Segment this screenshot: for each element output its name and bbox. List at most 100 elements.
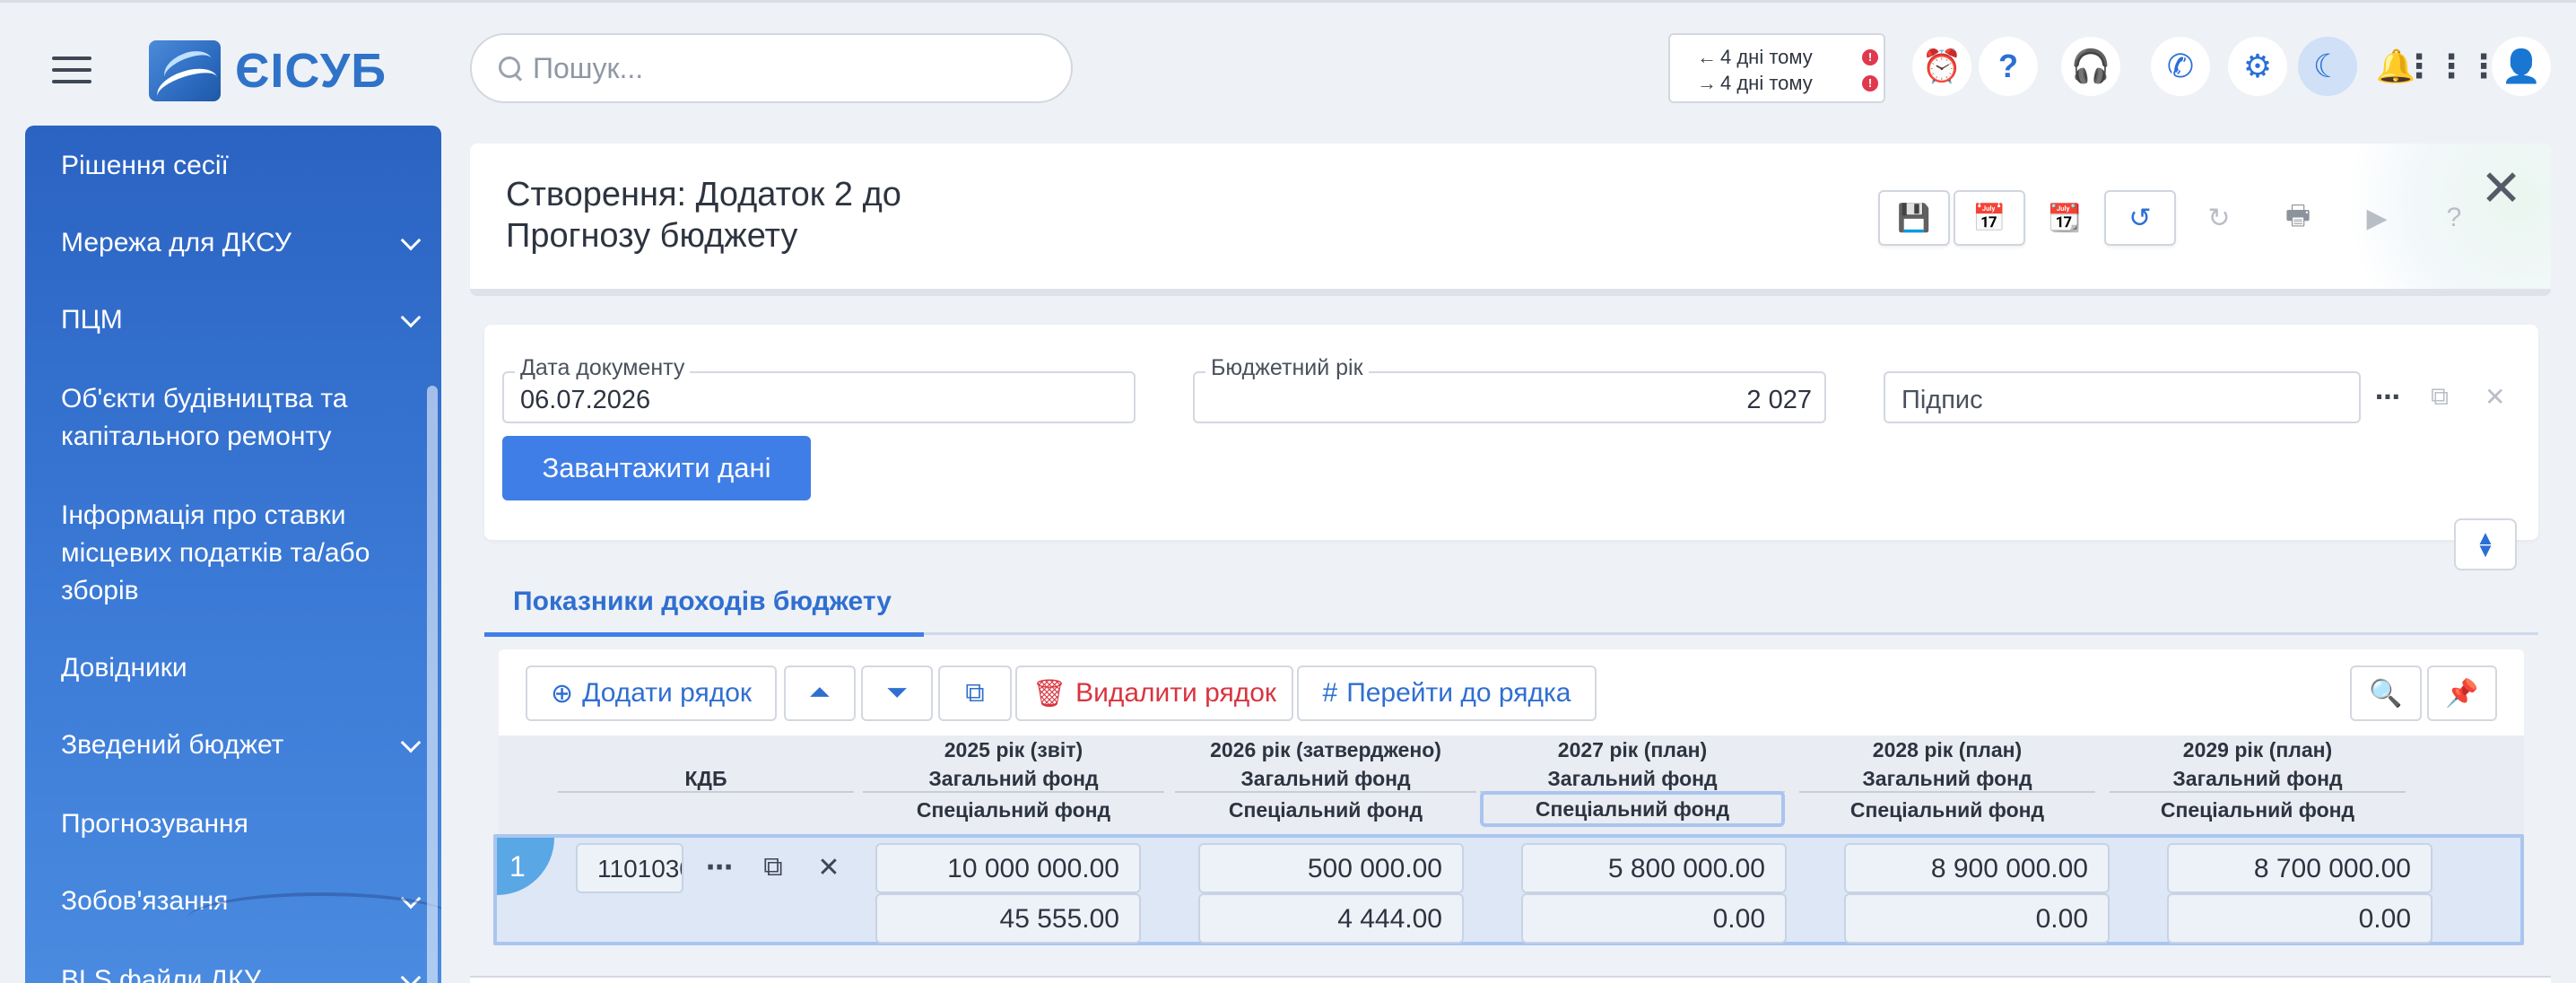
move-up-icon[interactable]: ⏶	[784, 665, 856, 721]
user-avatar-icon[interactable]: 👤	[2492, 37, 2551, 96]
sidebar-item-session-decisions[interactable]: Рішення сесії	[61, 147, 420, 185]
move-down-icon[interactable]: ⏷	[861, 665, 933, 721]
cell-2025-general[interactable]: 10 000 000.00	[875, 843, 1141, 893]
calendar-check-icon[interactable]: 📅	[1954, 190, 2025, 246]
top-bar: ЄІСУБ ← 4 дні тому ! → 4 дні тому ! ⏰ ? …	[0, 0, 2576, 126]
table-row[interactable]: 1 11010300 ⋯ ⧉ ✕ 10 000 000.00 45 555.00…	[493, 834, 2524, 945]
clear-icon: ✕	[2485, 383, 2506, 411]
help-icon: ?	[2446, 203, 2462, 232]
hash-icon: #	[1322, 678, 1338, 708]
sidebar-item-construction[interactable]: Об'єкти будівництва та капітального ремо…	[61, 380, 420, 456]
sync-in-label: 4 дні тому	[1720, 71, 1813, 94]
cell-2027-general[interactable]: 5 800 000.00	[1521, 843, 1787, 893]
expand-collapse-icon[interactable]: ▲ ▼	[2454, 518, 2517, 570]
document-date-field[interactable]: Дата документу 06.07.2026	[502, 355, 1136, 423]
moon-icon[interactable]: ☾	[2298, 37, 2357, 96]
kdb-cell[interactable]: 11010300	[576, 843, 683, 893]
sidebar-item-label: Об'єкти будівництва та капітального ремо…	[61, 384, 348, 451]
page-title: Створення: Додаток 2 до Прогнозу бюджету	[506, 176, 901, 255]
grid-header: КДБ 2025 рік (звіт) Загальний фонд Спеці…	[499, 735, 2524, 836]
sidebar-item-label: Прогнозування	[61, 809, 248, 839]
row-number: 1	[497, 838, 554, 895]
sidebar-item-label: Інформація про ставки місцевих податків …	[61, 500, 370, 605]
logo-text: ЄІСУБ	[235, 44, 387, 98]
cell-2028-general[interactable]: 8 900 000.00	[1844, 843, 2110, 893]
sidebar-item-label: BLS файли ДКУ	[61, 965, 261, 983]
play-icon: ▶	[2366, 203, 2388, 233]
signature-placeholder: Підпис	[1902, 386, 1983, 414]
load-data-button[interactable]: Завантажити дані	[502, 436, 811, 500]
sidebar-item-tax-rates[interactable]: Інформація про ставки місцевих податків …	[61, 497, 420, 610]
sidebar-item-bls-files[interactable]: BLS файли ДКУ	[61, 961, 422, 983]
document-date-label: Дата документу	[515, 355, 691, 381]
app-logo[interactable]: ЄІСУБ	[149, 39, 387, 103]
redo-icon: ↻	[2207, 203, 2231, 233]
headset-icon[interactable]: 🎧	[2061, 37, 2120, 96]
document-header: Створення: Додаток 2 до Прогнозу бюджету…	[470, 144, 2551, 296]
undo-icon[interactable]: ↺	[2104, 190, 2176, 246]
sidebar-item-label: Довідники	[61, 653, 187, 683]
decorative-swoosh	[187, 892, 441, 946]
help-icon[interactable]: ?	[1979, 37, 2038, 96]
sidebar-item-pcm[interactable]: ПЦМ	[61, 301, 422, 339]
external-link-icon[interactable]: ⧉	[746, 845, 800, 890]
sync-status[interactable]: ← 4 дні тому ! → 4 дні тому !	[1668, 33, 1885, 103]
budget-year-field[interactable]: Бюджетний рік 2 027	[1193, 355, 1826, 423]
trash-icon: 🗑	[1031, 678, 1067, 709]
sidebar-item-forecasting[interactable]: Прогнозування	[61, 805, 420, 843]
sidebar-item-label: Зведений бюджет	[61, 730, 284, 760]
arrow-left-icon: ←	[1697, 45, 1717, 68]
add-row-button[interactable]: ⊕ Додати рядок	[526, 665, 777, 721]
close-icon[interactable]: ✕	[2480, 163, 2522, 213]
sidebar-scrollbar[interactable]	[427, 386, 438, 983]
arrow-right-icon: →	[1697, 71, 1717, 94]
pin-icon[interactable]: 📌	[2427, 665, 2497, 721]
alarm-clock-icon[interactable]: ⏰	[1912, 37, 1971, 96]
goto-row-button[interactable]: # Перейти до рядка	[1297, 665, 1597, 721]
search-box[interactable]	[470, 33, 1073, 103]
tab-divider	[924, 632, 2538, 635]
print-icon[interactable]: 🖶	[2262, 190, 2334, 246]
calendar-icon: 📆	[2048, 203, 2082, 233]
sidebar-item-label: Мережа для ДКСУ	[61, 228, 292, 257]
cell-2025-special[interactable]: 45 555.00	[875, 893, 1141, 944]
tab-revenue-indicators[interactable]: Показники доходів бюджету	[484, 574, 924, 637]
kdb-header: КДБ	[558, 764, 854, 793]
cell-2029-special[interactable]: 0.00	[2167, 893, 2432, 944]
budget-year-label: Бюджетний рік	[1205, 355, 1369, 381]
cell-2026-special[interactable]: 4 444.00	[1198, 893, 1464, 944]
zoom-search-icon[interactable]: 🔍	[2350, 665, 2422, 721]
budget-year-value: 2 027	[1746, 386, 1812, 414]
search-input[interactable]	[533, 51, 1035, 85]
sidebar-item-directories[interactable]: Довідники	[61, 649, 420, 687]
alert-icon: !	[1862, 74, 1878, 91]
revenue-grid: ⊕ Додати рядок ⏶ ⏷ ⧉ 🗑 Видалити рядок # …	[493, 649, 2524, 945]
more-options-icon[interactable]: ⋯	[2375, 382, 2400, 412]
sidebar-item-consolidated-budget[interactable]: Зведений бюджет	[61, 726, 422, 764]
apps-grid-icon[interactable]: ⋮⋮⋮	[2403, 37, 2500, 96]
col-2027-header[interactable]: 2027 рік (план) Загальний фонд Спеціальн…	[1480, 735, 1785, 827]
chevron-down-icon	[400, 307, 422, 328]
phone-icon[interactable]: ✆	[2151, 37, 2210, 96]
copy-icon[interactable]: ⧉	[938, 665, 1012, 721]
sidebar-item-dksu-network[interactable]: Мережа для ДКСУ	[61, 224, 422, 262]
signature-field[interactable]: Підпис	[1884, 371, 2361, 423]
menu-icon[interactable]	[52, 57, 91, 85]
gear-icon[interactable]: ⚙	[2228, 37, 2287, 96]
more-options-icon[interactable]: ⋯	[692, 845, 746, 890]
cell-2028-special[interactable]: 0.00	[1844, 893, 2110, 944]
chevron-down-icon	[400, 230, 422, 251]
external-link-icon: ⧉	[2431, 382, 2449, 410]
document-params: Дата документу 06.07.2026 Бюджетний рік …	[484, 325, 2538, 540]
sidebar-item-label: Рішення сесії	[61, 151, 229, 180]
clear-icon[interactable]: ✕	[802, 845, 856, 890]
delete-row-button[interactable]: 🗑 Видалити рядок	[1015, 665, 1293, 721]
chevron-down-icon	[400, 967, 422, 983]
document-date-value: 06.07.2026	[520, 386, 651, 414]
plus-circle-icon: ⊕	[550, 678, 574, 709]
cell-2027-special[interactable]: 0.00	[1521, 893, 1787, 944]
cell-2029-general[interactable]: 8 700 000.00	[2167, 843, 2432, 893]
sync-out-label: 4 дні тому	[1720, 45, 1813, 68]
save-icon[interactable]: 💾	[1878, 190, 1950, 246]
cell-2026-general[interactable]: 500 000.00	[1198, 843, 1464, 893]
